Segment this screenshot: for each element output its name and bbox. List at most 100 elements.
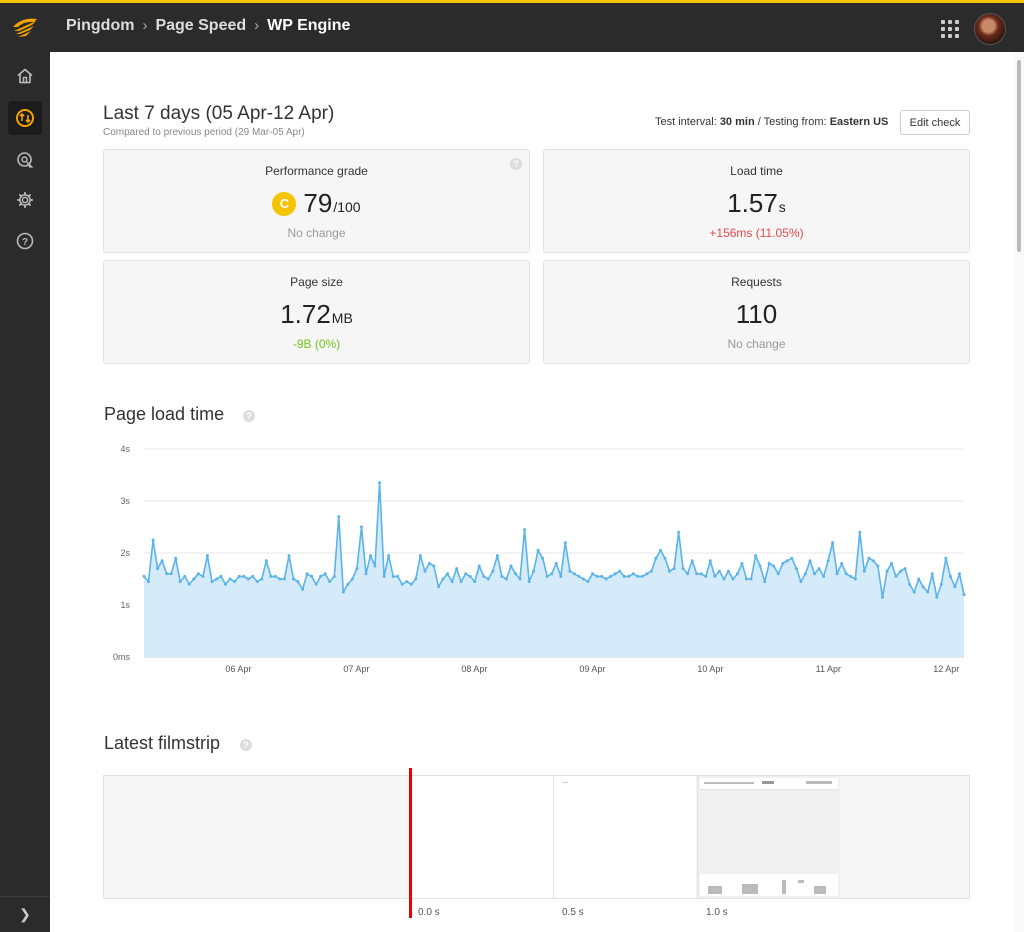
data-point xyxy=(242,574,246,578)
data-point xyxy=(840,561,844,565)
data-point xyxy=(690,559,694,563)
edit-check-button[interactable]: Edit check xyxy=(900,110,970,135)
data-point xyxy=(301,587,305,591)
data-point xyxy=(142,574,146,578)
data-point xyxy=(319,574,323,578)
data-point xyxy=(899,569,903,573)
data-point xyxy=(423,569,427,573)
data-point xyxy=(296,580,300,584)
filmstrip-time-marker[interactable] xyxy=(409,768,412,918)
scrollbar-thumb[interactable] xyxy=(1017,60,1021,252)
data-point xyxy=(754,554,758,558)
card-label: Requests xyxy=(731,275,782,289)
breadcrumb-page-speed[interactable]: Page Speed xyxy=(155,17,246,35)
chevron-right-icon: ❯ xyxy=(19,906,31,922)
data-point xyxy=(292,577,295,581)
sidebar-item-settings[interactable] xyxy=(8,183,42,217)
x-tick-label: 12 Apr xyxy=(933,664,959,674)
data-point xyxy=(681,567,685,571)
x-tick-label: 08 Apr xyxy=(461,664,487,674)
sidebar-item-page-speed[interactable] xyxy=(8,101,42,135)
data-point xyxy=(586,580,590,584)
breadcrumb-pingdom[interactable]: Pingdom xyxy=(66,17,134,35)
data-point xyxy=(495,554,499,558)
data-point xyxy=(541,556,545,560)
data-point xyxy=(903,567,907,571)
data-point xyxy=(713,574,717,578)
x-tick-label: 11 Apr xyxy=(816,664,841,674)
data-point xyxy=(876,564,880,568)
filmstrip-frame[interactable] xyxy=(697,776,840,898)
data-point xyxy=(550,572,554,576)
data-point xyxy=(169,572,173,576)
data-point xyxy=(745,577,748,581)
data-point xyxy=(613,572,617,576)
data-point xyxy=(844,572,848,576)
data-point xyxy=(260,577,264,581)
data-point xyxy=(332,574,336,578)
sidebar-item-transactions[interactable] xyxy=(8,143,42,177)
data-point xyxy=(156,567,160,571)
data-point xyxy=(871,559,875,563)
load-time-value: 1.57 xyxy=(727,188,778,218)
data-point xyxy=(559,574,563,578)
chevron-right-icon: › xyxy=(254,17,260,34)
data-point xyxy=(799,580,803,584)
solarwinds-logo-icon[interactable] xyxy=(10,13,40,43)
data-point xyxy=(287,554,291,558)
settings-icon xyxy=(16,191,34,209)
data-point xyxy=(504,577,508,581)
card-change: No change xyxy=(287,226,346,240)
user-avatar[interactable] xyxy=(974,13,1006,45)
help-icon[interactable]: ? xyxy=(240,739,252,751)
data-point xyxy=(269,574,273,578)
data-point xyxy=(831,541,835,545)
data-point xyxy=(740,561,744,565)
data-point xyxy=(233,580,237,584)
top-bar: Pingdom › Page Speed › WP Engine xyxy=(0,0,1024,52)
data-point xyxy=(926,590,930,594)
data-point xyxy=(323,572,327,576)
transaction-icon xyxy=(17,152,34,168)
data-point xyxy=(609,574,613,578)
data-point xyxy=(785,559,789,563)
help-icon[interactable]: ? xyxy=(243,410,255,422)
data-point xyxy=(536,548,540,552)
filmstrip-frame[interactable] xyxy=(410,776,553,898)
filmstrip-frame[interactable] xyxy=(553,776,696,898)
data-point xyxy=(822,574,826,578)
sidebar-item-help[interactable]: ? xyxy=(8,224,42,258)
data-point xyxy=(418,554,422,558)
data-point xyxy=(808,559,812,563)
data-point xyxy=(867,556,871,560)
sidebar-item-home[interactable] xyxy=(8,59,42,93)
requests-card: Requests 110 No change xyxy=(543,260,970,364)
y-tick-label: 4s xyxy=(120,444,130,454)
data-point xyxy=(636,574,640,578)
data-point xyxy=(640,574,644,578)
data-point xyxy=(382,574,386,578)
data-point xyxy=(147,580,150,584)
data-point xyxy=(455,567,459,571)
data-point xyxy=(305,572,309,576)
data-point xyxy=(581,577,585,581)
data-point xyxy=(215,577,218,581)
data-point xyxy=(518,577,522,581)
svg-text:?: ? xyxy=(22,237,28,248)
data-point xyxy=(400,582,404,586)
grade-score: 79 xyxy=(303,188,333,218)
y-tick-label: 3s xyxy=(120,496,130,506)
sidebar-expand-button[interactable]: ❯ xyxy=(0,896,50,932)
chevron-right-icon: › xyxy=(142,17,148,34)
data-point xyxy=(459,580,463,584)
data-point xyxy=(554,561,558,565)
data-point xyxy=(708,559,712,563)
app-switcher-grid-icon[interactable] xyxy=(941,20,959,38)
testing-from-value: Eastern US xyxy=(829,116,889,128)
page-speed-icon xyxy=(16,109,34,127)
card-change: -9B (0%) xyxy=(292,337,341,351)
data-point xyxy=(201,574,205,578)
data-point xyxy=(817,567,821,571)
data-point xyxy=(568,569,572,573)
data-point xyxy=(196,572,200,576)
